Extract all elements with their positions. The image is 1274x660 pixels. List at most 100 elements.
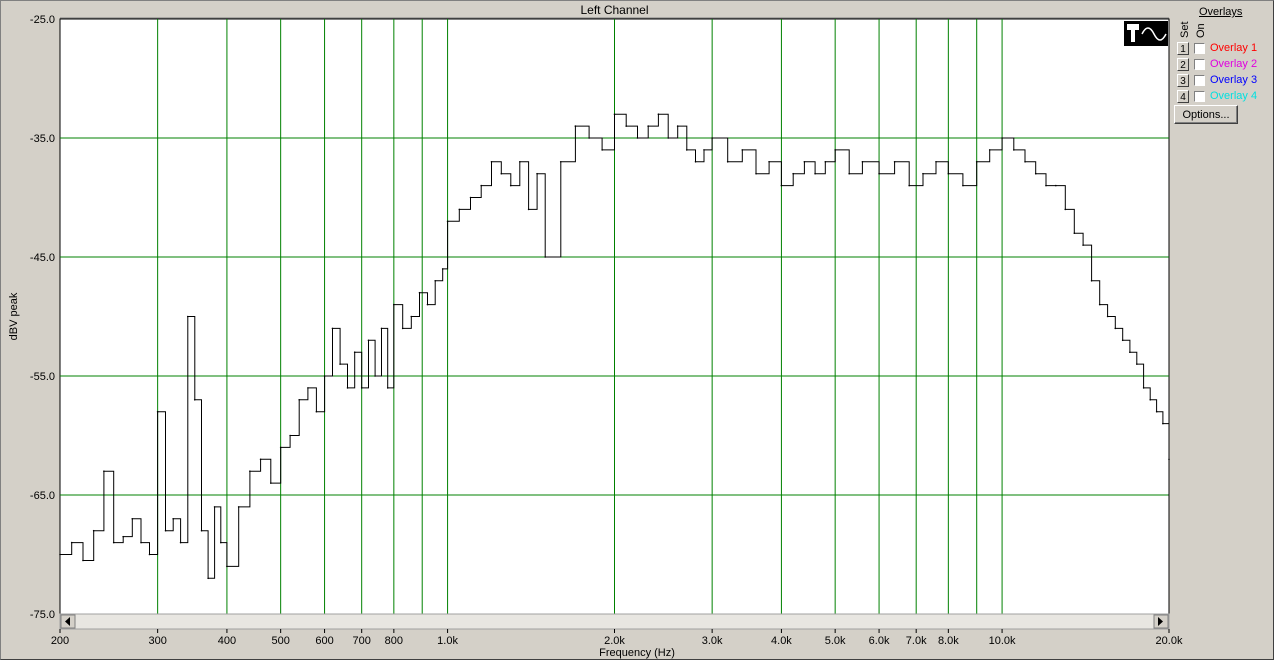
data-point [1045,184,1047,187]
data-point [574,125,577,127]
y-tick-label: -45.0 [30,252,55,264]
options-button[interactable]: Options... [1174,105,1238,124]
x-tick-label: 700 [353,635,371,647]
data-point [536,172,538,175]
data-point [122,535,124,538]
data-point [339,363,341,365]
data-point [279,446,282,449]
overlay-set-button-2[interactable]: 2 [1177,58,1189,71]
x-tick-label: 5.0k [825,635,846,647]
data-point [59,553,61,556]
data-point [1142,387,1145,389]
spectrum-chart: Left Channel -25.0 -35.0 -45.0 -55.0 -65.0 -75… [8,3,1183,659]
overlays-title: Overlays [1199,6,1243,18]
h-scrollbar[interactable] [59,613,1170,630]
data-point [500,172,503,175]
x-tick-label: 800 [385,635,403,647]
data-point [179,541,182,544]
data-point [156,410,159,413]
data-point [780,184,783,187]
data-point [458,208,461,211]
data-point [519,161,521,163]
data-point [131,518,134,520]
data-point [426,303,429,306]
x-tick-label: 6.0k [869,635,890,647]
data-point [559,161,562,163]
data-point [636,137,639,139]
overlay-checkbox-3[interactable] [1194,75,1205,86]
data-point [323,375,326,377]
data-point [367,339,370,342]
y-tick-label: -75.0 [30,609,55,621]
x-tick-label: 4.0k [771,635,792,647]
data-point [935,161,937,163]
data-point [509,184,512,187]
overlay-checkbox-2[interactable] [1194,59,1205,70]
data-point [878,172,880,175]
data-point [1155,410,1158,413]
data-point [726,161,729,163]
data-point [685,149,688,151]
overlay-label-1: Overlay 1 [1210,42,1258,54]
data-point [676,125,679,127]
data-point [386,387,389,389]
data-point [988,149,991,151]
data-point [270,482,272,484]
data-point [975,161,978,163]
data-point [480,184,483,187]
data-point [70,541,73,544]
data-point [1034,172,1037,175]
data-point [848,172,850,175]
data-point [1121,339,1124,342]
overlay-checkbox-4[interactable] [1194,91,1205,102]
overlay-set-button-1[interactable]: 1 [1177,42,1189,55]
data-point [434,280,437,282]
overlay-checkbox-1[interactable] [1194,43,1205,54]
data-point [164,529,167,532]
data-point [1064,208,1067,211]
data-point [490,161,493,163]
data-point [588,137,590,139]
x-tick-label: 7.0k [906,635,927,647]
chart-title: Left Channel [580,3,648,17]
data-point [667,137,670,139]
data-point [694,161,697,163]
data-point [1136,363,1138,365]
data-point [92,529,95,532]
data-point [112,541,115,544]
data-point [792,172,794,175]
data-point [814,172,816,175]
on-column-label: On [1195,23,1207,38]
data-point [418,291,421,294]
data-point [393,303,395,306]
x-tick-label: 10.0k [989,635,1016,647]
overlay-label-2: Overlay 2 [1210,58,1258,70]
data-point [962,184,964,187]
data-point [298,399,300,401]
data-point [331,327,334,330]
x-tick-label: 3.0k [702,635,723,647]
data-point [947,172,950,175]
data-point [527,208,530,211]
data-point [908,184,911,187]
mode-icon-block-top [1127,24,1139,30]
data-point [469,196,472,199]
set-column-label: Set [1179,21,1191,38]
data-point [657,113,660,115]
overlay-set-button-4[interactable]: 4 [1177,90,1189,103]
x-tick-label: 2.0k [604,635,625,647]
data-point [1114,327,1117,330]
y-tick-label: -55.0 [30,371,55,383]
data-point [237,506,240,508]
data-point [186,315,189,318]
data-point [703,149,705,151]
data-point [803,161,806,163]
overlay-label-3: Overlay 3 [1210,74,1258,86]
data-point [1129,351,1131,354]
x-tick-label: 8.0k [938,635,959,647]
data-point [755,172,757,175]
data-point [259,458,262,461]
data-point [213,506,216,508]
overlay-set-button-3[interactable]: 3 [1177,74,1189,87]
data-point [207,577,209,580]
